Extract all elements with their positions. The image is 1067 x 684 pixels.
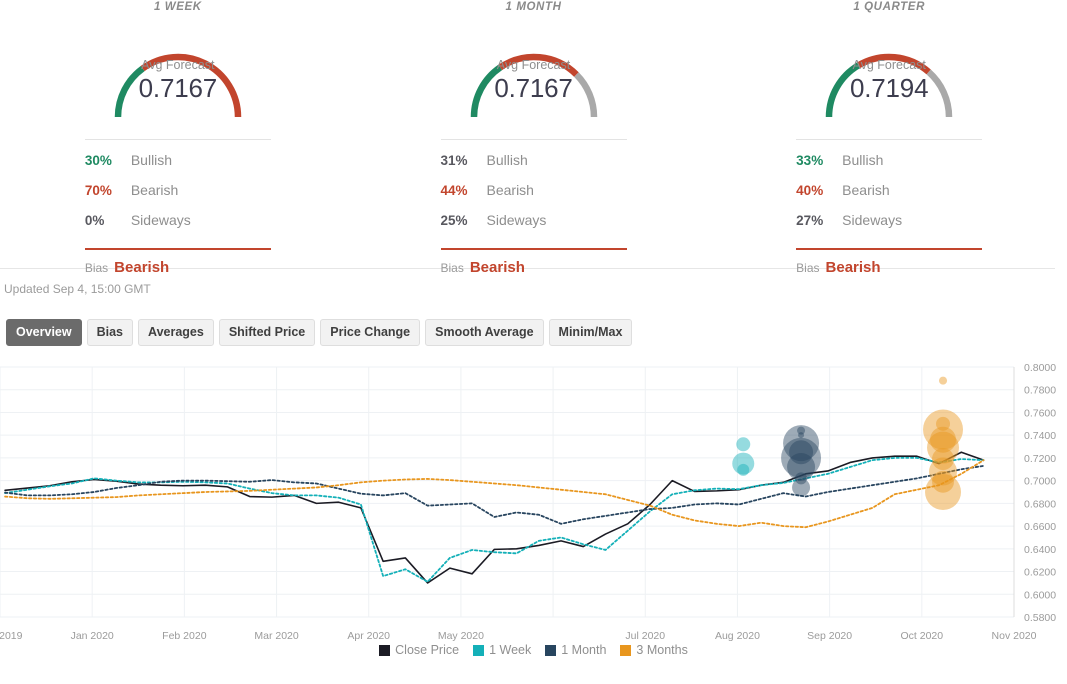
legend-label: 3 Months [636,643,688,657]
stat-label: Bullish [486,152,528,168]
stats-list: 30% Bullish 70% Bearish 0% Sideways Bias… [84,139,271,276]
legend-swatch-icon [473,644,485,656]
stat-label: Bullish [842,152,884,168]
stat-row-bearish: 70% Bearish [85,182,271,212]
tab-averages[interactable]: Averages [138,319,214,346]
tab-minim-max[interactable]: Minim/Max [548,319,633,346]
stat-label: Bearish [130,182,179,198]
bias-divider [796,248,983,250]
stat-label: Bullish [130,152,173,168]
stat-percent: 0% [84,213,105,228]
svg-text:0.6800: 0.6800 [1024,498,1056,510]
stat-row-sideways: 25% Sideways [441,212,627,242]
legend-item[interactable]: 1 Month [545,643,606,657]
tab-shifted-price[interactable]: Shifted Price [218,319,316,346]
svg-text:0.6600: 0.6600 [1024,521,1056,533]
card-title: 1 QUARTER [853,1,925,13]
chart-canvas: 0.5800 0.6000 0.6200 0.6400 0.6600 0.6800 0.70… [0,362,1056,642]
gauge-1-week: Avg Forecast 0.7167 [78,21,278,125]
stat-percent: 70% [84,183,112,198]
svg-text:0.7800: 0.7800 [1024,385,1056,397]
stat-row-sideways: 27% Sideways [796,212,982,242]
svg-text:0.6400: 0.6400 [1024,544,1056,556]
stat-percent: 25% [440,213,468,228]
card-title: 1 WEEK [153,1,202,13]
bias-label: Bias [440,261,464,275]
svg-text:0.5800: 0.5800 [1024,612,1056,624]
legend-item[interactable]: 1 Week [473,643,531,657]
bias-divider [440,248,627,250]
forecast-card-1-week: 1 WEEK Avg Forecast 0.7167 30% Bullish 7… [0,0,356,276]
forecast-cards-row: 1 WEEK Avg Forecast 0.7167 30% Bullish 7… [0,0,1067,276]
stat-percent: 44% [440,183,468,198]
forecast-chart: 0.5800 0.6000 0.6200 0.6400 0.6600 0.6800 0.70… [0,359,1067,659]
tab-overview[interactable]: Overview [6,319,82,346]
gauge-arc-svg [114,53,242,118]
stat-percent: 31% [440,153,468,168]
svg-text:0.7600: 0.7600 [1024,407,1056,419]
svg-text:0.6000: 0.6000 [1024,589,1056,601]
chart-legend: Close Price 1 Week 1 Month 3 Months [0,641,1067,659]
legend-item[interactable]: 3 Months [620,643,688,657]
gauge-arc-svg [470,53,597,118]
legend-label: Close Price [395,643,460,657]
stat-row-bullish: 30% Bullish [85,152,271,182]
gauge-arc-svg [825,53,953,118]
stat-label: Sideways [842,212,903,228]
tab-price-change[interactable]: Price Change [320,319,421,346]
stats-list: 33% Bullish 40% Bearish 27% Sideways Bia… [796,139,983,276]
gauge-1-month: Avg Forecast 0.7167 [434,21,634,125]
stat-row-sideways: 0% Sideways [85,212,271,242]
stat-label: Bearish [486,182,534,198]
stat-row-bullish: 31% Bullish [441,152,627,182]
legend-swatch-icon [379,644,391,656]
stat-percent: 30% [84,153,112,168]
tab-smooth-average[interactable]: Smooth Average [425,319,544,346]
stat-percent: 27% [796,213,824,228]
stat-percent: 40% [796,183,824,198]
bias-label: Bias [796,261,820,275]
legend-swatch-icon [620,644,632,656]
svg-text:0.7200: 0.7200 [1024,453,1056,465]
chart-tabs: Overview Bias Averages Shifted Price Price C… [0,296,1067,346]
forecast-card-1-quarter: 1 QUARTER Avg Forecast 0.7194 33% Bullis… [711,0,1067,276]
bias-value: Bearish [825,259,881,276]
legend-label: 1 Month [561,643,607,657]
stat-row-bearish: 44% Bearish [441,182,627,212]
forecast-card-1-month: 1 MONTH Avg Forecast 0.7167 31% Bullish … [356,0,712,276]
stat-row-bearish: 40% Bearish [796,182,982,212]
stat-label: Bearish [842,182,890,198]
svg-text:0.7400: 0.7400 [1024,430,1056,442]
bias-value: Bearish [469,259,525,276]
bias-label: Bias [84,261,109,275]
bias-value: Bearish [114,259,170,276]
bias-divider [84,248,271,250]
bias-row: Bias Bearish [85,259,271,276]
svg-text:0.8000: 0.8000 [1024,362,1056,374]
legend-item[interactable]: Close Price [379,643,459,657]
stat-label: Sideways [486,212,547,228]
bias-row: Bias Bearish [796,259,982,276]
stat-row-bullish: 33% Bullish [796,152,982,182]
stat-label: Sideways [130,212,191,228]
svg-text:0.6200: 0.6200 [1024,567,1056,579]
legend-swatch-icon [545,644,557,656]
card-title: 1 MONTH [505,1,562,13]
svg-text:0.7000: 0.7000 [1024,476,1056,488]
stats-list: 31% Bullish 44% Bearish 25% Sideways Bia… [440,139,627,276]
gauge-1-quarter: Avg Forecast 0.7194 [789,21,989,125]
legend-label: 1 Week [489,643,532,657]
tab-bias[interactable]: Bias [86,319,133,346]
bias-row: Bias Bearish [441,259,627,276]
stat-percent: 33% [796,153,824,168]
